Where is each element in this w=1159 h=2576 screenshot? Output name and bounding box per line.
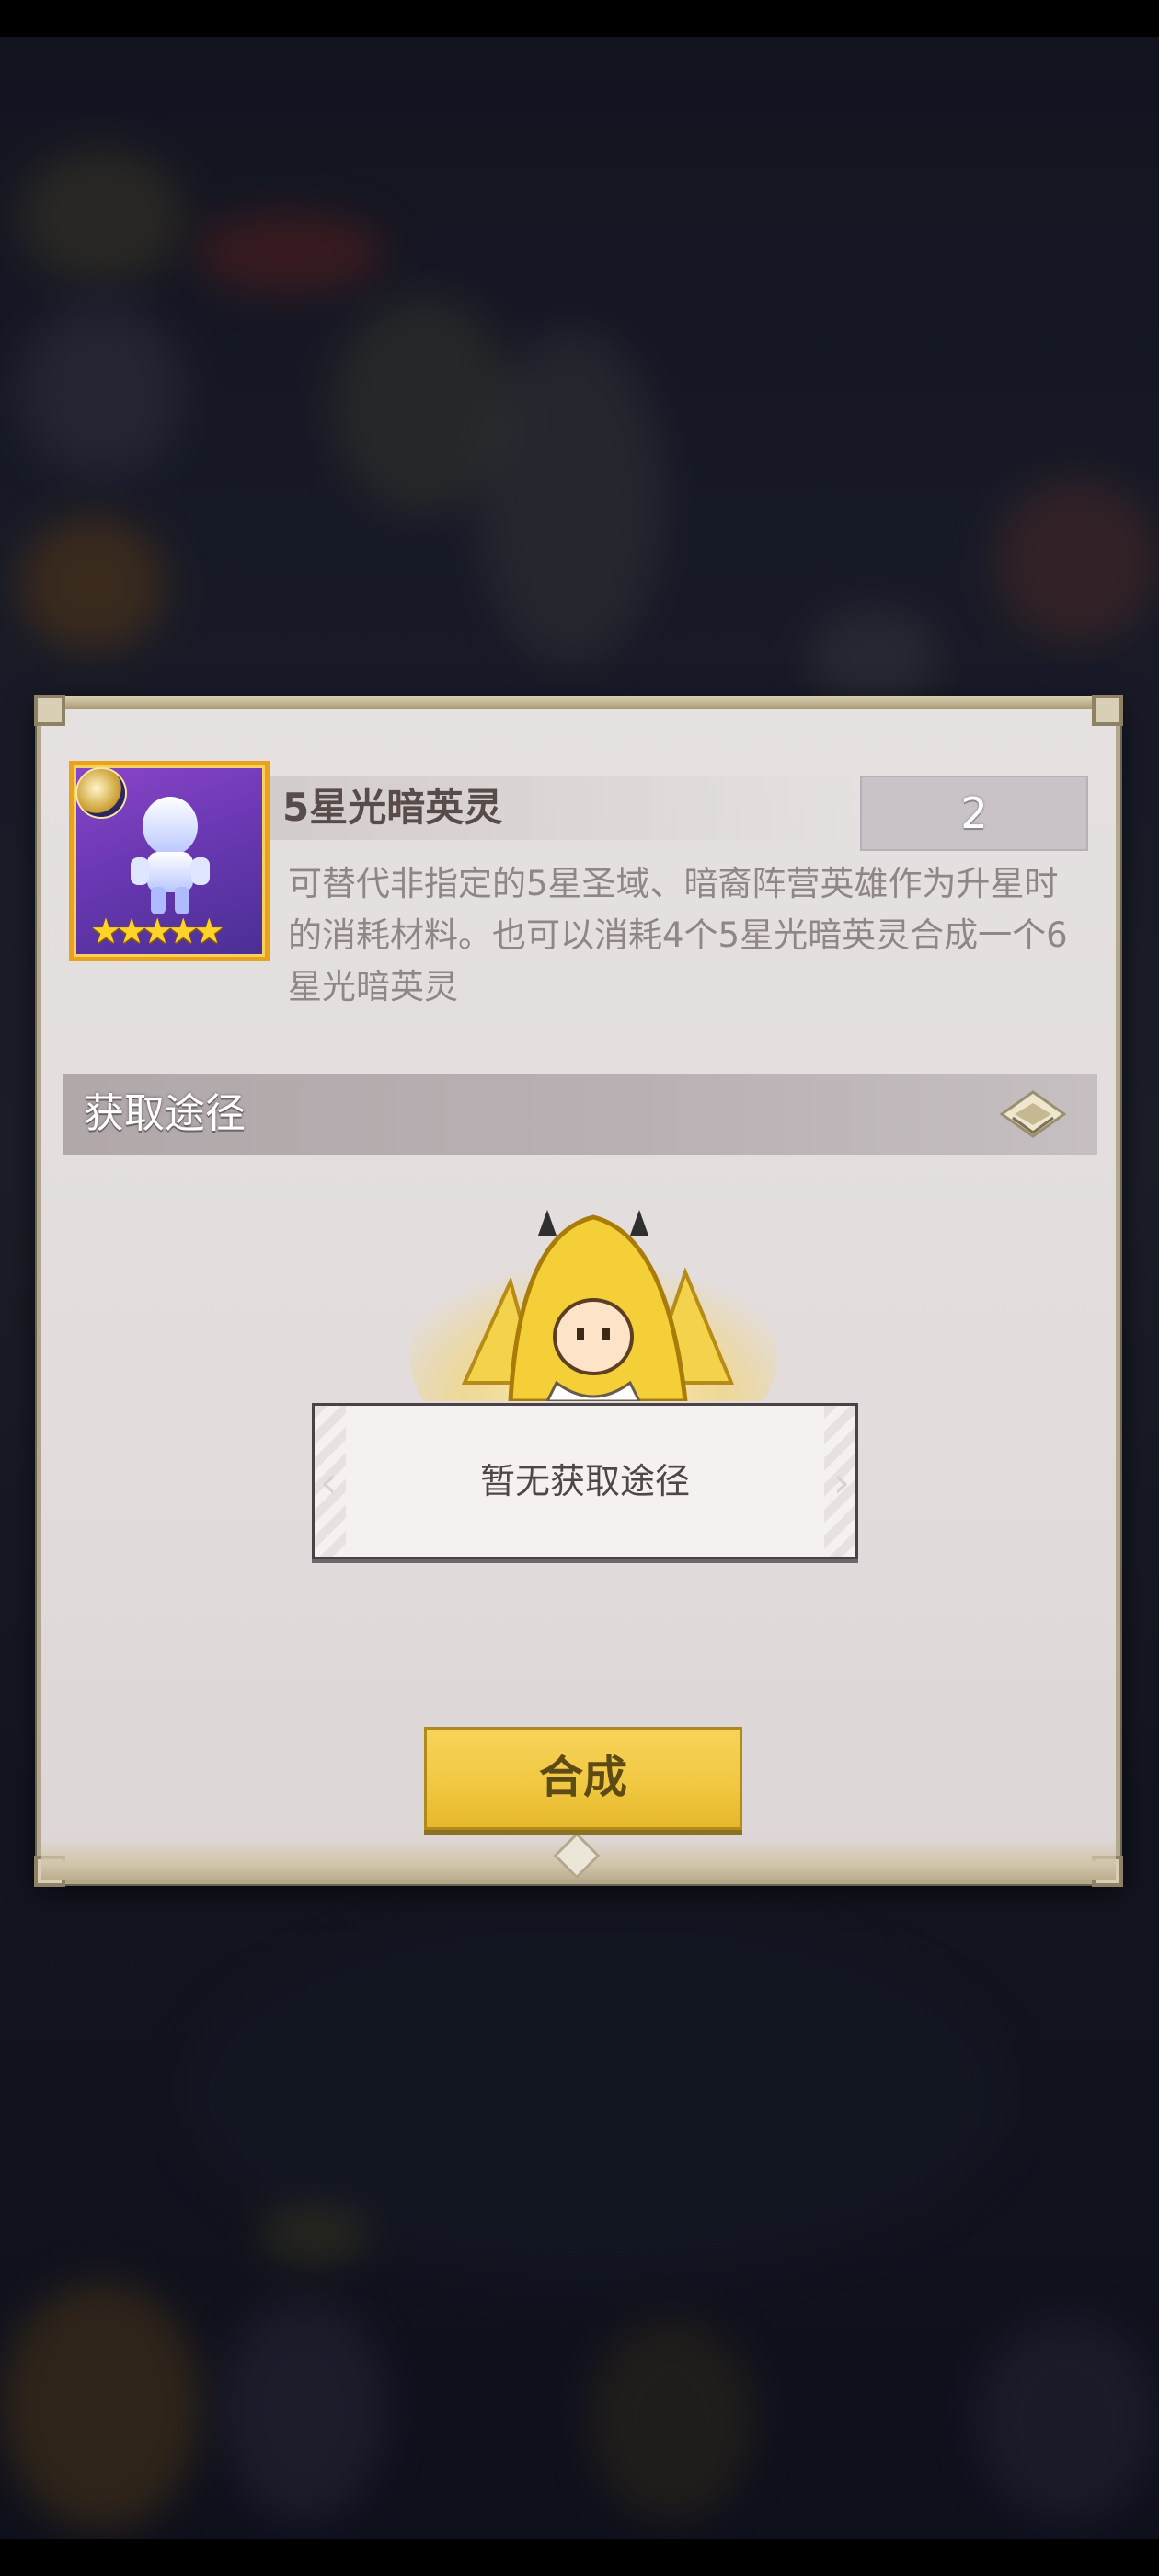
acquire-section-header[interactable]: 获取途径 bbox=[63, 1074, 1097, 1155]
nav-bar bbox=[0, 2539, 1159, 2576]
star-rating: ★★★★★ bbox=[90, 911, 224, 951]
frame-corner-ornament bbox=[34, 695, 65, 726]
no-source-text: 暂无获取途径 bbox=[479, 1461, 690, 1501]
expand-toggle-icon[interactable] bbox=[1000, 1090, 1066, 1138]
item-icon: ★★★★★ bbox=[69, 761, 270, 961]
no-source-card: ‹ › 暂无获取途径 bbox=[312, 1403, 858, 1559]
dialog-frame-top bbox=[36, 696, 1121, 709]
faction-badge-icon bbox=[75, 767, 127, 819]
spirit-figure-icon bbox=[131, 797, 210, 914]
hero-sprite-image bbox=[409, 1210, 777, 1401]
item-description: 可替代非指定的5星圣域、暗裔阵营英雄作为升星时的消耗材料。也可以消耗4个5星光暗… bbox=[288, 864, 1068, 1006]
synthesize-button[interactable]: 合成 bbox=[424, 1727, 742, 1830]
frame-corner-ornament bbox=[1092, 695, 1123, 726]
status-bar bbox=[0, 0, 1159, 37]
acquire-section-title: 获取途径 bbox=[84, 1090, 246, 1137]
item-count: 2 bbox=[860, 776, 1088, 851]
item-name: 5星光暗英灵 bbox=[282, 785, 503, 830]
item-detail-dialog: ★★★★★ 5星光暗英灵 2 可替代非指定的5星圣域、暗裔阵营英雄作为升星时的消… bbox=[34, 695, 1123, 1887]
